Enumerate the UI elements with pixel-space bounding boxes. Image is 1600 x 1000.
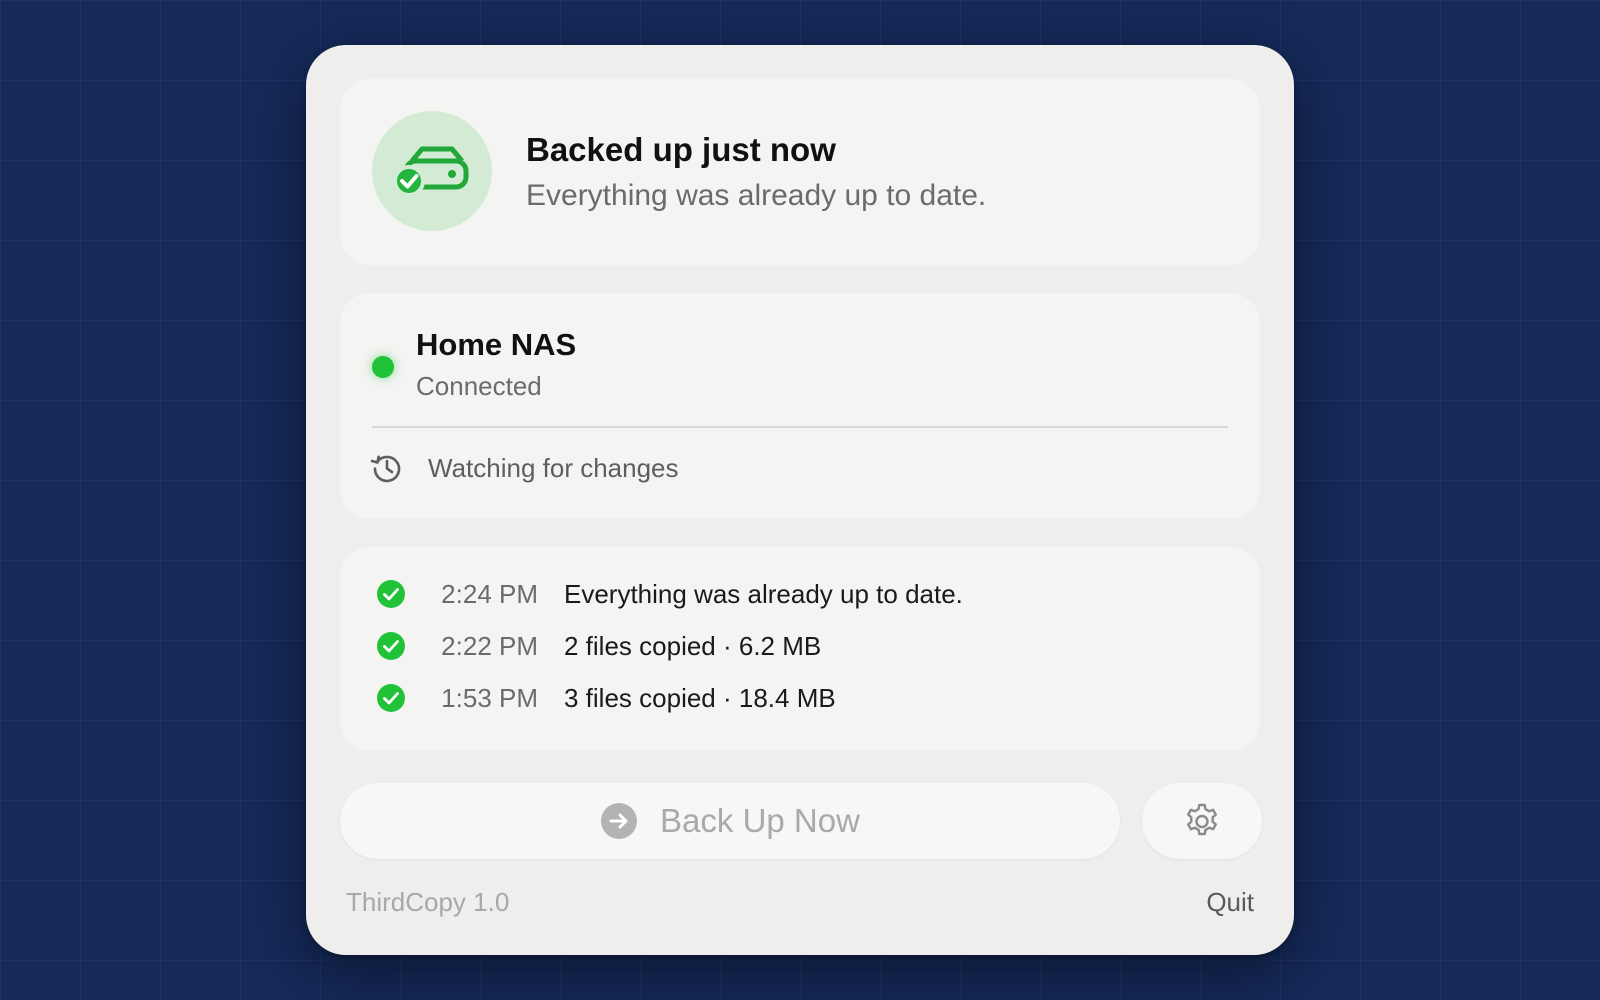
connected-dot <box>372 356 394 378</box>
drive-badge <box>372 111 492 231</box>
destination-card: Home NAS Connected Watching for changes <box>340 293 1260 519</box>
history-description: Everything was already up to date. <box>564 578 963 609</box>
status-card: Backed up just now Everything was alread… <box>340 79 1260 265</box>
check-circle-icon <box>377 684 405 712</box>
drive-check-icon <box>393 146 469 197</box>
history-row: 1:53 PM 3 files copied · 18.4 MB <box>376 678 836 718</box>
history-clock-icon <box>370 455 401 483</box>
check-circle-icon <box>377 580 405 608</box>
status-title: Backed up just now <box>526 131 836 168</box>
history-row: 2:22 PM 2 files copied · 6.2 MB <box>376 626 821 666</box>
history-time: 2:24 PM <box>441 578 538 609</box>
back-up-now-label: Back Up Now <box>660 802 860 839</box>
history-description: 3 files copied · 18.4 MB <box>564 682 836 713</box>
history-card: 2:24 PM Everything was already up to dat… <box>340 547 1260 751</box>
history-description: 2 files copied · 6.2 MB <box>564 630 822 661</box>
back-up-now-button[interactable]: Back Up Now <box>340 783 1120 859</box>
history-row: 2:24 PM Everything was already up to dat… <box>376 574 963 614</box>
watch-status-text: Watching for changes <box>428 453 679 483</box>
app-version: ThirdCopy 1.0 <box>346 887 510 917</box>
divider <box>372 426 1228 428</box>
check-circle-icon <box>377 632 405 660</box>
backup-menu-panel: Backed up just now Everything was alread… <box>306 45 1294 955</box>
history-time: 2:22 PM <box>441 630 538 661</box>
quit-button[interactable]: Quit <box>1206 887 1254 918</box>
status-subtitle: Everything was already up to date. <box>526 179 987 212</box>
arrow-right-circle-icon <box>601 803 638 839</box>
destination-name: Home NAS <box>416 327 577 362</box>
destination-state: Connected <box>416 371 542 401</box>
gear-icon <box>1187 803 1217 836</box>
settings-button[interactable] <box>1142 783 1262 859</box>
history-time: 1:53 PM <box>441 682 538 713</box>
